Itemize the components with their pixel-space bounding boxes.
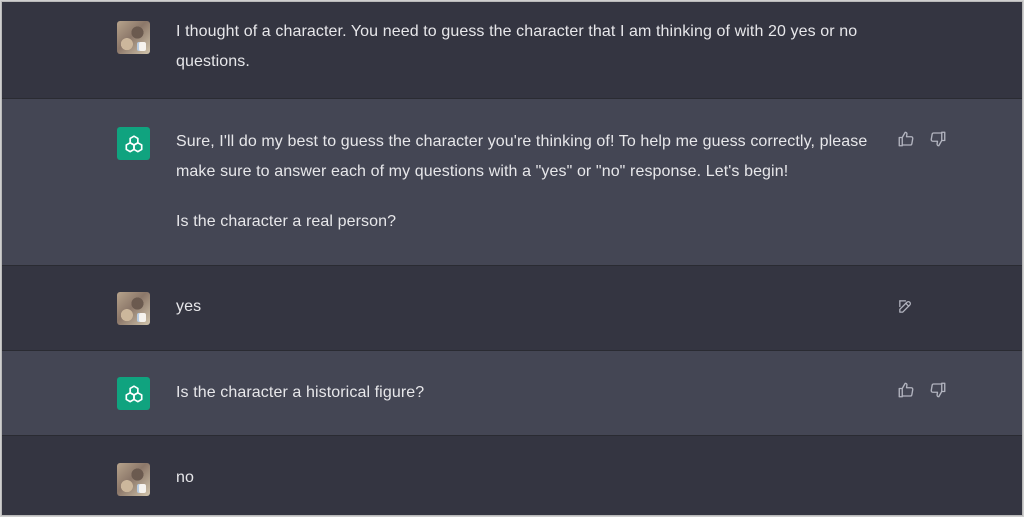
thumbs-up-icon[interactable] [897,381,915,399]
message-text: Sure, I'll do my best to guess the chara… [176,127,896,237]
message-paragraph: Sure, I'll do my best to guess the chara… [176,133,868,180]
thumbs-up-icon[interactable] [897,130,915,148]
message-actions [896,297,914,315]
feedback-actions [897,381,947,399]
message-paragraph: no [176,469,194,486]
chat-screenshot-frame: I thought of a character. You need to gu… [1,1,1023,516]
message-paragraph: yes [176,298,202,315]
message-text: I thought of a character. You need to gu… [176,17,901,77]
user-avatar [117,292,150,325]
message-text: yes [176,292,896,322]
user-avatar [117,463,150,496]
message-text: Is the character a historical figure? [176,378,896,408]
thumbs-down-icon[interactable] [929,130,947,148]
message-paragraph: Is the character a historical figure? [176,384,425,401]
feedback-actions [897,130,947,148]
user-message-3: no [2,436,1022,515]
message-paragraph: Is the character a real person? [176,213,397,230]
message-paragraph: I thought of a character. You need to gu… [176,23,858,70]
user-message-2: yes [2,266,1022,350]
message-text: no [176,463,896,493]
user-message-1: I thought of a character. You need to gu… [2,2,1022,98]
openai-logo-icon [117,377,150,410]
user-avatar [117,21,150,54]
openai-logo-icon [117,127,150,160]
thumbs-down-icon[interactable] [929,381,947,399]
assistant-message-2: Is the character a historical figure? [2,351,1022,435]
edit-icon[interactable] [896,297,914,315]
assistant-message-1: Sure, I'll do my best to guess the chara… [2,99,1022,265]
